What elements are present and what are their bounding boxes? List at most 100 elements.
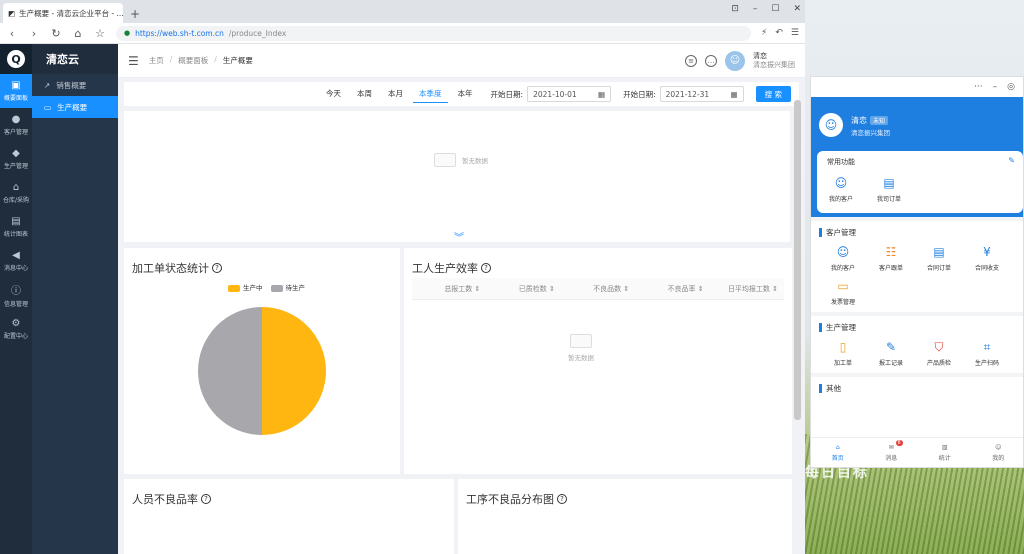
iconbar-item[interactable]: ⓘ 信息管理 bbox=[0, 278, 32, 312]
forward-icon[interactable]: › bbox=[28, 27, 40, 40]
reload-icon[interactable]: ↻ bbox=[50, 27, 62, 40]
url-input[interactable]: ● https://web.sh-t.com.cn/produce_Index bbox=[116, 25, 752, 41]
mobile-function-item[interactable]: ☷ 客户跟单 bbox=[867, 244, 915, 272]
mobile-function-item[interactable]: ▤ 合同订单 bbox=[915, 244, 963, 272]
notice-icon[interactable]: ≡ bbox=[685, 54, 697, 67]
chat-icon[interactable]: … bbox=[705, 54, 717, 67]
scan-icon: ⌗ bbox=[983, 339, 991, 354]
common-functions-card: 常用功能 ✎ ☺ 我的客户 ▤ 我司订单 bbox=[817, 151, 1023, 213]
new-tab-button[interactable]: + bbox=[127, 5, 143, 23]
page-scrollbar[interactable] bbox=[794, 100, 801, 420]
iconbar-label: 配置中心 bbox=[3, 333, 28, 340]
pie-slice[interactable] bbox=[262, 307, 326, 435]
lock-icon: ● bbox=[124, 29, 131, 37]
table-header-cell[interactable]: 总报工数 ⇕ bbox=[412, 278, 486, 299]
table-header-cell[interactable]: 不良品数 ⇕ bbox=[561, 278, 635, 299]
chart-icon: ▤ bbox=[11, 216, 21, 227]
help-icon[interactable]: ? bbox=[557, 494, 567, 504]
dashboard-icon: ▣ bbox=[11, 80, 21, 91]
range-button[interactable]: 本季度 bbox=[413, 85, 448, 103]
range-button[interactable]: 本年 bbox=[452, 85, 479, 103]
breadcrumb-item[interactable]: 概要面板 bbox=[178, 55, 208, 66]
help-icon[interactable]: ? bbox=[481, 263, 491, 273]
mobile-avatar[interactable]: ☺ bbox=[819, 113, 843, 137]
back-icon[interactable]: ‹ bbox=[6, 27, 18, 40]
cube-icon: ◆ bbox=[12, 148, 20, 159]
browser-tab[interactable]: ◩ 生产概要 - 清恋云企业平台 - ... ✕ bbox=[3, 3, 123, 23]
submenu-item[interactable]: ▭ 生产概要 bbox=[32, 96, 118, 118]
calendar-icon: ▦ bbox=[597, 89, 606, 99]
panel-title: 工序不良品分布图 bbox=[466, 493, 554, 506]
report-icon: ✎ bbox=[885, 340, 897, 354]
extension-icon[interactable]: ⚡ bbox=[761, 28, 767, 38]
menu-toggle-icon[interactable]: ☰ bbox=[128, 54, 139, 68]
pie-slice[interactable] bbox=[198, 307, 262, 435]
mobile-function-item[interactable]: ✎ 报工记录 bbox=[867, 339, 915, 367]
section-title: 其他 bbox=[826, 384, 841, 393]
mobile-function-item[interactable]: ▭ 发票管理 bbox=[819, 278, 867, 306]
shield-icon: ⛉ bbox=[934, 339, 944, 354]
end-date-input[interactable]: 2021-12-31 ▦ bbox=[659, 86, 744, 102]
warehouse-icon: ⌂ bbox=[12, 182, 20, 193]
mobile-function-item[interactable]: ⛉ 产品质检 bbox=[915, 339, 963, 368]
mobile-function-item[interactable]: ¥ 合同收支 bbox=[963, 244, 1011, 272]
mobile-function-label: 报工记录 bbox=[878, 360, 903, 367]
order-status-panel: 加工单状态统计 ? 生产中 待生产 bbox=[124, 248, 400, 474]
mobile-section-production: 生产管理 ▯ 加工单 ✎ 报工记录 ⛉ 产品质检 ⌗ 生产扫码 bbox=[811, 312, 1023, 367]
mobile-tab[interactable]: ⌂ 首页 bbox=[811, 438, 865, 467]
iconbar-item[interactable]: ▣ 概要面板 bbox=[0, 74, 32, 108]
help-icon[interactable]: ? bbox=[201, 494, 211, 504]
target-icon[interactable]: ◎ bbox=[1007, 82, 1015, 92]
empty-box-icon bbox=[434, 153, 456, 167]
iconbar-item[interactable]: ◀ 消息中心 bbox=[0, 244, 32, 278]
search-button[interactable]: 搜 索 bbox=[755, 86, 791, 102]
expand-chevron-icon[interactable]: ︾ bbox=[454, 229, 464, 244]
yuan-icon: ¥ bbox=[983, 245, 991, 259]
more-icon[interactable]: ··· bbox=[974, 82, 983, 92]
order-icon: ▤ bbox=[883, 176, 895, 190]
table-header-cell[interactable]: 日平均报工数 ⇕ bbox=[710, 278, 784, 299]
empty-state: 暂无数据 bbox=[568, 334, 594, 362]
mobile-function-item[interactable]: ☺ 我的客户 bbox=[817, 175, 865, 203]
breadcrumb-item[interactable]: 主页 bbox=[149, 55, 164, 66]
edit-icon[interactable]: ✎ bbox=[1008, 156, 1015, 165]
range-button[interactable]: 本月 bbox=[382, 85, 409, 103]
submenu-item[interactable]: ↗ 销售概要 bbox=[32, 74, 118, 96]
start-date-input[interactable]: 2021-10-01 ▦ bbox=[527, 86, 612, 102]
iconbar-item[interactable]: ▤ 统计图表 bbox=[0, 210, 32, 244]
undo-icon[interactable]: ↶ bbox=[775, 28, 783, 38]
mobile-user-tag: 未知 bbox=[870, 116, 889, 125]
table-header-cell[interactable]: 已质检数 ⇕ bbox=[486, 278, 560, 299]
empty-text: 暂无数据 bbox=[462, 157, 488, 165]
minimize-icon[interactable]: – bbox=[753, 4, 758, 14]
mobile-function-label: 客户跟单 bbox=[878, 265, 903, 272]
iconbar-item[interactable]: ◆ 生产管理 bbox=[0, 142, 32, 176]
range-button[interactable]: 本周 bbox=[351, 85, 378, 103]
window-pin-icon[interactable]: ⊡ bbox=[731, 4, 739, 14]
mobile-tab[interactable]: ✉ 8 消息 bbox=[865, 438, 919, 467]
info-icon: ⓘ bbox=[11, 286, 21, 297]
iconbar-item[interactable]: ⚙ 配置中心 bbox=[0, 312, 32, 346]
browser-menu-icon[interactable]: ☰ bbox=[791, 28, 799, 38]
mobile-tab-label: 我的 bbox=[992, 454, 1005, 462]
table-header-cell[interactable]: 不良品率 ⇕ bbox=[635, 278, 709, 299]
mobile-user-org: 清恋振兴集团 bbox=[851, 129, 890, 137]
avatar[interactable]: ☺ bbox=[725, 50, 745, 71]
minimize-icon[interactable]: – bbox=[993, 82, 998, 92]
url-domain: https://web.sh-t.com.cn bbox=[135, 28, 224, 38]
mobile-tab[interactable]: ▥ 统计 bbox=[918, 438, 972, 467]
mobile-function-item[interactable]: ☺ 我的客户 bbox=[819, 244, 867, 272]
mobile-function-item[interactable]: ⌗ 生产扫码 bbox=[963, 339, 1011, 368]
iconbar-item[interactable]: ● 客户管理 bbox=[0, 108, 32, 142]
star-icon[interactable]: ☆ bbox=[94, 27, 106, 40]
iconbar-label: 统计图表 bbox=[3, 231, 28, 238]
window-close-icon[interactable]: ✕ bbox=[793, 4, 801, 14]
iconbar-item[interactable]: ⌂ 仓库/采购 bbox=[0, 176, 32, 210]
range-button[interactable]: 今天 bbox=[320, 85, 347, 103]
mobile-function-label: 发票管理 bbox=[830, 299, 855, 306]
mobile-tab[interactable]: ☺ 我的 bbox=[972, 438, 1024, 467]
mobile-function-item[interactable]: ▤ 我司订单 bbox=[865, 175, 913, 203]
maximize-icon[interactable]: ☐ bbox=[771, 4, 779, 14]
home-icon[interactable]: ⌂ bbox=[72, 27, 84, 40]
mobile-function-item[interactable]: ▯ 加工单 bbox=[819, 339, 867, 367]
